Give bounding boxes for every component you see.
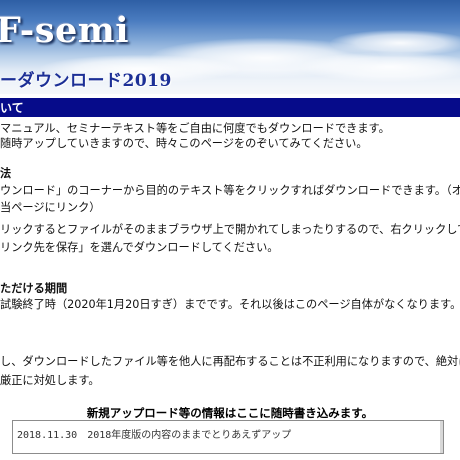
method-heading: 法 — [0, 167, 12, 180]
updates-textarea[interactable]: 2018.11.30 2018年度版の内容のままでとりあえずアップ — [12, 420, 444, 454]
header-banner: F-semi ーダウンロード2019 — [0, 0, 460, 94]
method-line-3: リックするとファイルがそのままブラウザ上で開かれてしまったりするので、右クリック… — [0, 223, 460, 236]
page-subtitle: ーダウンロード2019 — [0, 71, 172, 91]
updates-scrollbar[interactable] — [440, 421, 443, 453]
method-line-2: 当ページにリンク） — [0, 201, 101, 214]
intro-line-1: マニュアル、セミナーテキスト等をご自由に何度でもダウンロードできます。 — [0, 122, 390, 135]
method-line-1: ウンロード」のコーナーから目的のテキスト等をクリックすればダウンロードできます。… — [0, 184, 460, 197]
period-text: 試験終了時（2020年1月20日すぎ）までです。それ以後はこのページ自体がなくな… — [0, 298, 460, 311]
page: F-semi ーダウンロード2019 いて マニュアル、セミナーテキスト等をご自… — [0, 0, 460, 460]
period-heading: ただける期間 — [0, 282, 68, 295]
section-header-bar: いて — [0, 98, 460, 117]
section-title: いて — [0, 101, 24, 115]
updates-entry: 2018.11.30 2018年度版の内容のままでとりあえずアップ — [17, 430, 292, 441]
updates-title: 新規アップロード等の情報はここに随時書き込みます。 — [86, 406, 374, 420]
warning-line-1: し、ダウンロードしたファイル等を他人に再配布することは不正利用になりますので、絶… — [0, 355, 460, 368]
warning-line-2: 厳正に対処します。 — [0, 374, 100, 387]
method-line-4: リンク先を保存」を選んでダウンロードしてください。 — [0, 241, 279, 254]
intro-line-2: 随時アップしていきますので、時々このページをのぞいてみてください。 — [0, 137, 368, 150]
site-logo: F-semi — [0, 10, 130, 51]
